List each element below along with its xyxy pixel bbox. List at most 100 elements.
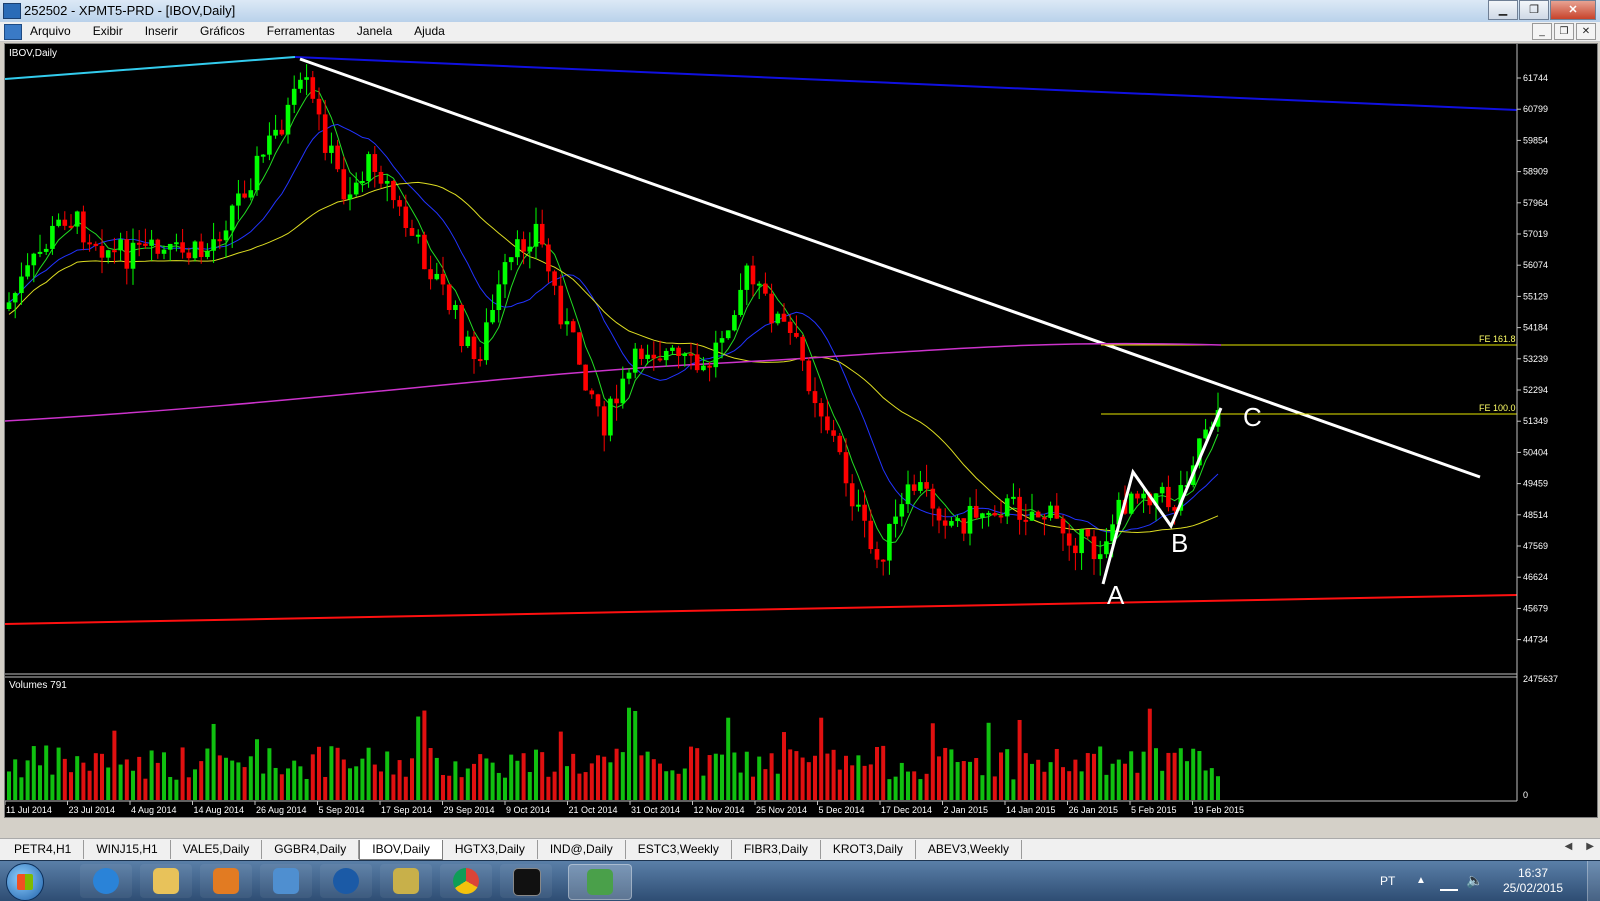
volume-bar	[1030, 763, 1034, 800]
menu-graficos[interactable]: Gráficos	[200, 24, 245, 38]
moving-average-long[interactable]	[5, 342, 1222, 422]
volume-bar	[44, 745, 49, 800]
date-tick-label: 19 Feb 2015	[1194, 805, 1245, 815]
taskbar-metatrader-icon[interactable]	[568, 864, 632, 900]
tray-expand-icon[interactable]: ▲	[1416, 875, 1426, 886]
volume-bar	[924, 773, 929, 800]
candle-body	[43, 248, 49, 252]
candle-body	[205, 250, 210, 258]
support-line-red[interactable]	[5, 594, 1518, 625]
volume-bar	[1085, 753, 1090, 800]
menu-arquivo[interactable]: Arquivo	[30, 24, 71, 38]
moving-average-mid[interactable]	[8, 123, 1219, 533]
tab-hgtx3[interactable]: HGTX3,Daily	[443, 840, 538, 859]
price-chart[interactable]: IBOV,Daily Volumes 791 FE 161.8 FE 100.0…	[5, 44, 1597, 817]
tab-ind[interactable]: IND@,Daily	[538, 840, 626, 859]
volume-bar	[1023, 753, 1028, 800]
volume-bar	[658, 763, 662, 800]
volume-bar	[651, 759, 656, 800]
candle-body	[130, 242, 136, 269]
volume-bar	[69, 772, 73, 800]
tab-petr4[interactable]: PETR4,H1	[2, 840, 85, 859]
candle-body	[372, 154, 378, 172]
show-desktop-button[interactable]	[1587, 861, 1600, 901]
menu-ferramentas[interactable]: Ferramentas	[267, 24, 335, 38]
volume-bar	[106, 767, 111, 800]
volume-bar	[1203, 770, 1208, 800]
date-tick-label: 26 Jan 2015	[1069, 805, 1119, 815]
candle-body	[955, 518, 960, 522]
candle-body	[546, 244, 551, 272]
language-indicator[interactable]: PT	[1380, 874, 1395, 888]
volume-bar	[224, 757, 228, 800]
volume-bar	[286, 768, 290, 800]
taskbar-ie-icon[interactable]	[80, 864, 132, 898]
candle-body	[670, 347, 675, 351]
volume-bar	[453, 761, 458, 800]
network-icon[interactable]	[1440, 873, 1458, 891]
tab-scroll-right-icon[interactable]: ▶	[1586, 841, 1594, 852]
document-icon[interactable]	[4, 24, 22, 40]
taskbar-media-player-icon[interactable]	[200, 864, 252, 898]
speaker-icon[interactable]: 🔈	[1466, 872, 1483, 889]
tab-vale5[interactable]: VALE5,Daily	[171, 840, 263, 859]
moving-average-fast[interactable]	[8, 89, 1219, 547]
menu-inserir[interactable]: Inserir	[145, 24, 178, 38]
taskbar-hp-icon[interactable]	[320, 864, 372, 898]
candle-body	[577, 332, 582, 365]
candle-body	[155, 239, 161, 254]
candle-body	[1029, 511, 1035, 521]
mdi-minimize-button[interactable]: _	[1532, 23, 1552, 40]
taskbar-xp-icon[interactable]	[500, 864, 552, 898]
volume-bar	[534, 749, 538, 800]
volume-bar	[813, 755, 817, 800]
mdi-close-button[interactable]: ✕	[1576, 23, 1596, 40]
chart-window[interactable]: IBOV,Daily Volumes 791 FE 161.8 FE 100.0…	[4, 43, 1598, 818]
mdi-restore-button[interactable]: ❐	[1554, 23, 1574, 40]
tab-scroll-left-icon[interactable]: ◀	[1565, 841, 1573, 852]
start-button[interactable]	[6, 863, 44, 901]
chart-symbol-label: IBOV,Daily	[9, 48, 57, 59]
volume-bar	[1079, 771, 1084, 800]
volume-bar	[1172, 752, 1177, 800]
volume-bar	[992, 776, 997, 800]
tab-estc3[interactable]: ESTC3,Weekly	[626, 840, 732, 859]
tab-fibr3[interactable]: FIBR3,Daily	[732, 840, 821, 859]
tab-winj15[interactable]: WINJ15,H1	[84, 840, 171, 859]
menu-janela[interactable]: Janela	[357, 24, 392, 38]
moving-average-slow[interactable]	[8, 181, 1219, 534]
volume-bar	[552, 771, 557, 800]
taskbar-chrome-icon[interactable]	[440, 864, 492, 898]
candle-body	[688, 353, 694, 356]
tab-abev3[interactable]: ABEV3,Weekly	[916, 840, 1023, 859]
volume-bar	[75, 756, 80, 800]
taskbar-explorer-icon[interactable]	[140, 864, 192, 898]
volume-bars	[7, 707, 1220, 800]
maximize-button[interactable]: ❐	[1519, 0, 1549, 20]
tab-krot3[interactable]: KROT3,Daily	[821, 840, 916, 859]
volume-bar	[1197, 751, 1202, 800]
volume-bar	[1048, 762, 1053, 800]
clock[interactable]: 16:37 25/02/2015	[1488, 866, 1578, 896]
resistance-line-blue[interactable]	[294, 56, 1518, 111]
candle-body	[1079, 529, 1084, 554]
volume-bar	[1191, 748, 1196, 800]
close-button[interactable]: ✕	[1550, 0, 1596, 20]
minimize-button[interactable]: ▁	[1488, 0, 1518, 20]
tab-ibov[interactable]: IBOV,Daily	[359, 840, 443, 860]
menu-exibir[interactable]: Exibir	[93, 24, 123, 38]
candle-body	[347, 194, 353, 200]
candle-body	[843, 452, 849, 484]
volume-bar	[757, 756, 762, 800]
tab-ggbr4[interactable]: GGBR4,Daily	[262, 840, 360, 859]
volume-bar	[682, 768, 687, 800]
candle-body	[806, 360, 812, 392]
menu-ajuda[interactable]: Ajuda	[414, 24, 445, 38]
volume-bar	[875, 746, 879, 800]
taskbar-tool-icon[interactable]	[380, 864, 432, 898]
taskbar-app-icon[interactable]	[260, 864, 312, 898]
candle-body	[254, 155, 260, 191]
candle-body	[56, 219, 61, 226]
channel-line-cyan[interactable]	[5, 56, 296, 80]
candle-body	[521, 239, 526, 252]
